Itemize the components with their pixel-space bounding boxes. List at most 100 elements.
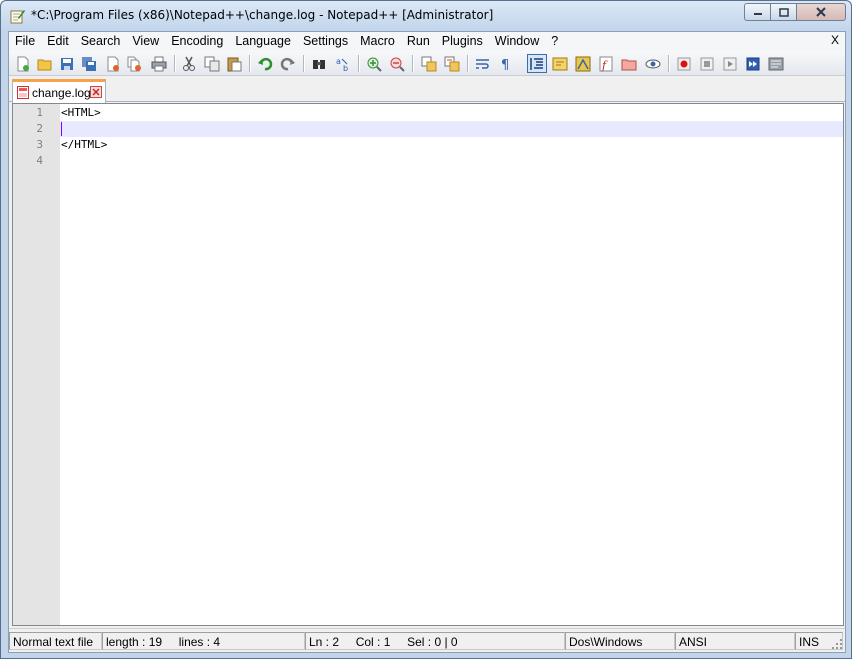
- zoom-in-button[interactable]: [364, 54, 384, 73]
- line-number: 1: [36, 106, 43, 119]
- maximize-icon: [778, 7, 789, 17]
- save-icon: [61, 57, 73, 70]
- run-macro-multiple-button[interactable]: [743, 54, 763, 73]
- save-button[interactable]: [57, 54, 77, 73]
- stop-macro-button[interactable]: [697, 54, 717, 73]
- menu-run[interactable]: Run: [401, 32, 436, 51]
- folder-workspace-button[interactable]: [619, 54, 639, 73]
- close-file-icon: [107, 56, 119, 71]
- line-number: 2: [36, 122, 43, 135]
- replace-button[interactable]: ab: [333, 54, 353, 73]
- minimize-icon: [753, 13, 762, 15]
- close-all-button[interactable]: [125, 54, 145, 73]
- client-area: File Edit Search View Encoding Language …: [8, 31, 846, 653]
- cut-button[interactable]: [179, 54, 199, 73]
- function-list-button[interactable]: f: [596, 54, 616, 73]
- close-window-button[interactable]: [796, 3, 846, 21]
- status-cursor-info: Ln : 2 Col : 1 Sel : 0 | 0: [305, 632, 565, 650]
- menu-settings[interactable]: Settings: [297, 32, 354, 51]
- cut-icon: [183, 56, 195, 71]
- text-caret: [61, 122, 62, 136]
- status-sel: Sel : 0 | 0: [407, 635, 458, 649]
- svg-text:b: b: [343, 64, 348, 72]
- line-number: 3: [36, 138, 43, 151]
- zoom-out-icon: [390, 57, 405, 72]
- record-macro-icon: [677, 57, 691, 70]
- zoom-in-icon: [367, 57, 382, 72]
- zoom-out-button[interactable]: [387, 54, 407, 73]
- new-file-icon: [17, 56, 29, 71]
- run-macro-multiple-icon: [746, 57, 760, 70]
- paste-icon: [227, 57, 242, 71]
- redo-icon: [280, 57, 295, 70]
- doc-map-button[interactable]: [573, 54, 593, 73]
- paste-button[interactable]: [224, 54, 244, 73]
- menu-file[interactable]: File: [9, 32, 41, 51]
- menu-view[interactable]: View: [126, 32, 165, 51]
- undo-button[interactable]: [255, 54, 275, 73]
- close-file-button[interactable]: [103, 54, 123, 73]
- title-bar[interactable]: *C:\Program Files (x86)\Notepad++\change…: [1, 1, 851, 31]
- show-all-chars-button[interactable]: ¶: [496, 54, 516, 73]
- status-doc-info: length : 19 lines : 4: [102, 632, 305, 650]
- status-eol-format[interactable]: Dos\Windows: [565, 632, 675, 650]
- toolbar-separator: [467, 55, 468, 72]
- menu-help[interactable]: ?: [545, 32, 564, 51]
- close-tab-icon[interactable]: [90, 86, 102, 98]
- maximize-button[interactable]: [770, 3, 797, 21]
- sync-horizontal-button[interactable]: [442, 54, 462, 73]
- resize-grip-icon[interactable]: [831, 638, 843, 650]
- menu-macro[interactable]: Macro: [354, 32, 401, 51]
- svg-text:¶: ¶: [501, 58, 509, 72]
- menu-plugins[interactable]: Plugins: [436, 32, 489, 51]
- save-all-button[interactable]: [79, 54, 99, 73]
- record-macro-button[interactable]: [674, 54, 694, 73]
- window-title: *C:\Program Files (x86)\Notepad++\change…: [31, 8, 494, 22]
- close-document-button[interactable]: X: [831, 33, 839, 47]
- status-encoding[interactable]: ANSI: [675, 632, 795, 650]
- text-area[interactable]: <HTML> </HTML>: [60, 104, 843, 625]
- udl-button[interactable]: [550, 54, 570, 73]
- doc-map-icon: [575, 56, 591, 71]
- indent-guide-icon: [530, 57, 543, 70]
- status-bar: Normal text file length : 19 lines : 4 L…: [9, 628, 845, 652]
- monitoring-button[interactable]: [643, 54, 663, 73]
- save-macro-button[interactable]: [766, 54, 786, 73]
- toolbar-separator: [668, 55, 669, 72]
- modified-file-icon: [17, 86, 29, 99]
- indent-guide-button[interactable]: [527, 54, 547, 73]
- sync-horizontal-icon: [444, 56, 460, 71]
- copy-icon: [204, 56, 220, 71]
- toolbar-separator: [303, 55, 304, 72]
- status-lines: lines : 4: [178, 635, 221, 649]
- print-button[interactable]: [149, 54, 169, 73]
- editor-pane[interactable]: 1 2 3 4 <HTML> </HTML>: [12, 103, 844, 626]
- current-code-line[interactable]: [60, 121, 843, 137]
- sync-vertical-button[interactable]: [419, 54, 439, 73]
- tab-change-log[interactable]: change.log: [12, 79, 106, 103]
- menu-window[interactable]: Window: [489, 32, 545, 51]
- menu-search[interactable]: Search: [75, 32, 127, 51]
- code-line[interactable]: <HTML>: [60, 105, 843, 121]
- function-list-icon: f: [599, 56, 613, 72]
- minimize-button[interactable]: [744, 3, 771, 21]
- svg-text:a: a: [336, 57, 341, 66]
- redo-button[interactable]: [278, 54, 298, 73]
- menu-edit[interactable]: Edit: [41, 32, 75, 51]
- play-macro-button[interactable]: [720, 54, 740, 73]
- line-number: 4: [36, 154, 43, 167]
- monitoring-icon: [645, 59, 661, 68]
- code-line[interactable]: </HTML>: [60, 137, 843, 153]
- copy-button[interactable]: [202, 54, 222, 73]
- new-file-button[interactable]: [13, 54, 33, 73]
- code-line[interactable]: [60, 153, 843, 169]
- show-all-chars-icon: ¶: [501, 58, 509, 72]
- toolbar-separator: [249, 55, 250, 72]
- word-wrap-button[interactable]: [473, 54, 493, 73]
- menu-encoding[interactable]: Encoding: [165, 32, 229, 51]
- menu-language[interactable]: Language: [229, 32, 297, 51]
- find-button[interactable]: [309, 54, 329, 73]
- open-file-button[interactable]: [35, 54, 55, 73]
- close-icon: [816, 7, 826, 17]
- save-macro-icon: [768, 57, 784, 70]
